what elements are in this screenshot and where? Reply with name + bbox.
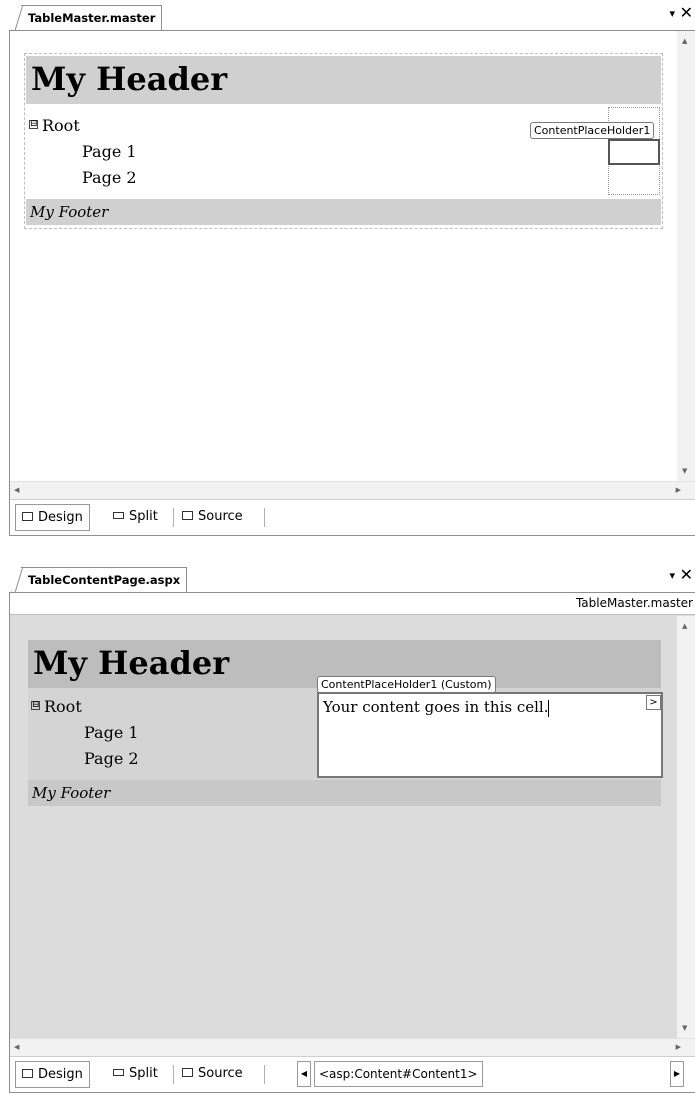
tab-divider — [264, 1065, 265, 1084]
tree-root-node[interactable]: ⊟ Root — [29, 113, 137, 139]
tab-tablecontentpage-aspx[interactable]: TableContentPage.aspx — [11, 567, 188, 593]
content-region-editor[interactable]: Your content goes in this cell. — [317, 692, 663, 778]
master-page-label: TableMaster.master — [10, 593, 695, 615]
source-view-icon — [182, 1068, 193, 1077]
page-header[interactable]: My Header — [26, 56, 661, 104]
scroll-left-icon[interactable]: ◀ — [14, 486, 19, 494]
tab-divider — [264, 508, 265, 527]
tree-node-page-1[interactable]: Page 1 — [29, 139, 137, 165]
tag-nav-prev-icon[interactable]: ◀ — [297, 1061, 311, 1087]
tree-view[interactable]: ⊟ Root Page 1 Page 2 — [29, 113, 137, 191]
editor-frame: My Header ⊟ Root Page 1 Page 2 ContentPla… — [9, 30, 695, 536]
close-icon[interactable]: ✕ — [680, 566, 693, 584]
tree-node-page-2[interactable]: Page 2 — [29, 165, 137, 191]
tree-view: ⊟ Root Page 1 Page 2 — [31, 694, 139, 772]
master-page-designer-window: TableMaster.master ▾ ✕ My Header ⊟ Root P… — [0, 0, 695, 536]
source-view-icon — [182, 511, 193, 520]
tab-source[interactable]: Source — [176, 504, 249, 531]
view-tabs-bar: Design Split Source — [10, 499, 695, 535]
vertical-scrollbar[interactable]: ▲ ▼ — [677, 616, 695, 1038]
content-page-designer-window: TableContentPage.aspx ▾ ✕ TableMaster.ma… — [0, 562, 695, 1093]
tab-tablemaster-master[interactable]: TableMaster.master — [11, 5, 163, 31]
horizontal-scrollbar[interactable]: ◀ ▶ — [10, 481, 695, 499]
smart-tag-button[interactable]: > — [646, 695, 661, 710]
tab-source-label: Source — [198, 509, 243, 524]
scroll-left-icon[interactable]: ◀ — [14, 1043, 19, 1051]
tab-source[interactable]: Source — [176, 1061, 249, 1088]
tab-source-label: Source — [198, 1066, 243, 1081]
tab-design-label: Design — [38, 1067, 83, 1082]
page-footer[interactable]: My Footer — [26, 199, 661, 225]
window-menu-dropdown-icon[interactable]: ▾ — [669, 569, 675, 582]
design-surface[interactable]: My Header ⊟ Root Page 1 Page 2 ContentPla… — [10, 616, 677, 1038]
tab-divider — [173, 508, 174, 527]
vertical-scrollbar[interactable]: ▲ ▼ — [677, 31, 695, 481]
tree-root-node: ⊟ Root — [31, 694, 139, 720]
tab-divider — [173, 1065, 174, 1084]
tab-split-label: Split — [129, 1066, 158, 1081]
editor-frame: TableMaster.master My Header ⊟ Root Page … — [9, 592, 695, 1093]
scroll-right-icon[interactable]: ▶ — [676, 486, 681, 494]
scroll-right-icon[interactable]: ▶ — [676, 1043, 681, 1051]
content-text[interactable]: Your content goes in this cell. — [323, 698, 548, 716]
tab-split[interactable]: Split — [107, 1061, 164, 1088]
tab-design-label: Design — [38, 510, 83, 525]
tab-split-label: Split — [129, 509, 158, 524]
split-view-icon — [113, 1069, 124, 1076]
split-view-icon — [113, 512, 124, 519]
tree-node-page-2: Page 2 — [84, 749, 139, 768]
collapse-icon: ⊟ — [31, 700, 40, 710]
view-tabs-bar: Design Split Source ◀ <asp:Content#Conte… — [10, 1056, 695, 1092]
scroll-down-icon[interactable]: ▼ — [682, 1024, 687, 1032]
tree-root-label: Root — [44, 697, 82, 716]
content-placeholder-box[interactable] — [608, 139, 660, 165]
scroll-up-icon[interactable]: ▲ — [682, 37, 687, 45]
tag-nav-next-icon[interactable]: ▶ — [670, 1061, 684, 1087]
scroll-down-icon[interactable]: ▼ — [682, 467, 687, 475]
tree-node-page-1: Page 1 — [84, 723, 139, 742]
collapse-icon[interactable]: ⊟ — [29, 120, 38, 129]
tab-design[interactable]: Design — [15, 504, 90, 531]
text-caret — [548, 699, 550, 717]
placeholder-label: ContentPlaceHolder1 (Custom) — [317, 676, 496, 693]
horizontal-scrollbar[interactable]: ◀ ▶ — [10, 1038, 695, 1056]
window-menu-dropdown-icon[interactable]: ▾ — [669, 7, 675, 20]
tab-split[interactable]: Split — [107, 504, 164, 531]
scroll-up-icon[interactable]: ▲ — [682, 622, 687, 630]
design-view-icon — [22, 512, 33, 521]
close-icon[interactable]: ✕ — [680, 4, 693, 22]
design-surface[interactable]: My Header ⊟ Root Page 1 Page 2 ContentPla… — [10, 31, 677, 481]
tab-design[interactable]: Design — [15, 1061, 90, 1088]
document-tabstrip: TableContentPage.aspx ▾ ✕ — [0, 562, 695, 593]
design-view-icon — [22, 1069, 33, 1078]
tag-navigator[interactable]: <asp:Content#Content1> — [314, 1061, 483, 1087]
page-footer: My Footer — [28, 780, 661, 806]
document-tabstrip: TableMaster.master ▾ ✕ — [0, 0, 695, 31]
tree-root-label: Root — [42, 116, 80, 135]
placeholder-label: ContentPlaceHolder1 — [530, 122, 655, 139]
